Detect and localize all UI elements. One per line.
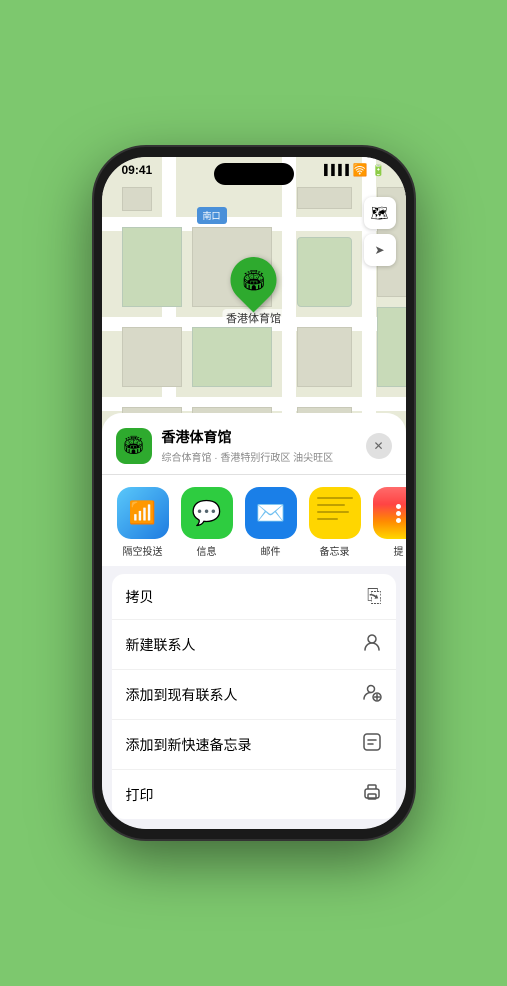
venue-icon-symbol: 🏟 bbox=[122, 435, 145, 456]
share-item-more[interactable]: 提 bbox=[370, 487, 406, 558]
more-label: 提 bbox=[394, 543, 404, 558]
map-nankou-label: 南口 bbox=[197, 207, 227, 224]
status-icons: ▐▐▐▐ 🛜 🔋 bbox=[321, 163, 386, 177]
map-view-button[interactable]: 🗺 bbox=[364, 197, 396, 229]
pin-circle: 🏟 bbox=[221, 247, 286, 312]
venue-info: 香港体育馆 综合体育馆 · 香港特别行政区 油尖旺区 bbox=[162, 427, 356, 464]
map-controls: 🗺 ➤ bbox=[364, 197, 396, 266]
venue-subtitle: 综合体育馆 · 香港特别行政区 油尖旺区 bbox=[162, 449, 356, 464]
add-existing-icon bbox=[362, 682, 382, 707]
location-button[interactable]: ➤ bbox=[364, 234, 396, 266]
dynamic-island bbox=[214, 163, 294, 185]
more-icon bbox=[373, 487, 406, 539]
copy-label: 拷贝 bbox=[126, 587, 154, 607]
location-icon: ➤ bbox=[374, 243, 384, 257]
action-list: 拷贝 ⎘ 新建联系人 添加到现有联系人 bbox=[112, 574, 396, 819]
close-button[interactable]: ✕ bbox=[366, 433, 392, 459]
phone-screen: 09:41 ▐▐▐▐ 🛜 🔋 bbox=[102, 157, 406, 829]
airdrop-icon: 📶 bbox=[117, 487, 169, 539]
share-item-messages[interactable]: 💬 信息 bbox=[178, 487, 236, 558]
action-copy[interactable]: 拷贝 ⎘ bbox=[112, 574, 396, 620]
new-contact-label: 新建联系人 bbox=[126, 635, 196, 655]
print-icon bbox=[362, 782, 382, 807]
action-print[interactable]: 打印 bbox=[112, 770, 396, 819]
phone-frame: 09:41 ▐▐▐▐ 🛜 🔋 bbox=[94, 147, 414, 839]
status-time: 09:41 bbox=[122, 163, 153, 177]
notes-label: 备忘录 bbox=[320, 543, 350, 558]
messages-icon: 💬 bbox=[181, 487, 233, 539]
action-add-notes[interactable]: 添加到新快速备忘录 bbox=[112, 720, 396, 770]
add-notes-label: 添加到新快速备忘录 bbox=[126, 735, 252, 755]
share-item-mail[interactable]: ✉️ 邮件 bbox=[242, 487, 300, 558]
wifi-icon: 🛜 bbox=[353, 163, 368, 177]
venue-header: 🏟 香港体育馆 综合体育馆 · 香港特别行政区 油尖旺区 ✕ bbox=[102, 413, 406, 475]
mail-icon: ✉️ bbox=[245, 487, 297, 539]
bottom-sheet: 🏟 香港体育馆 综合体育馆 · 香港特别行政区 油尖旺区 ✕ 📶 隔空投送 bbox=[102, 413, 406, 829]
map-icon: 🗺 bbox=[371, 205, 389, 222]
add-notes-icon bbox=[362, 732, 382, 757]
venue-name: 香港体育馆 bbox=[162, 427, 356, 447]
close-icon: ✕ bbox=[373, 439, 383, 453]
share-item-airdrop[interactable]: 📶 隔空投送 bbox=[114, 487, 172, 558]
pin-venue-icon: 🏟 bbox=[241, 268, 266, 293]
notes-icon bbox=[309, 487, 361, 539]
copy-icon: ⎘ bbox=[367, 586, 381, 607]
signal-icon: ▐▐▐▐ bbox=[321, 165, 349, 176]
share-row: 📶 隔空投送 💬 信息 ✉️ 邮件 bbox=[102, 475, 406, 566]
mail-label: 邮件 bbox=[261, 543, 281, 558]
print-label: 打印 bbox=[126, 785, 154, 805]
venue-icon: 🏟 bbox=[116, 428, 152, 464]
battery-icon: 🔋 bbox=[372, 164, 386, 177]
messages-label: 信息 bbox=[197, 543, 217, 558]
new-contact-icon bbox=[362, 632, 382, 657]
action-new-contact[interactable]: 新建联系人 bbox=[112, 620, 396, 670]
share-item-notes[interactable]: 备忘录 bbox=[306, 487, 364, 558]
action-add-existing[interactable]: 添加到现有联系人 bbox=[112, 670, 396, 720]
add-existing-label: 添加到现有联系人 bbox=[126, 685, 238, 705]
airdrop-label: 隔空投送 bbox=[123, 543, 163, 558]
location-pin: 🏟 香港体育馆 bbox=[222, 257, 285, 327]
